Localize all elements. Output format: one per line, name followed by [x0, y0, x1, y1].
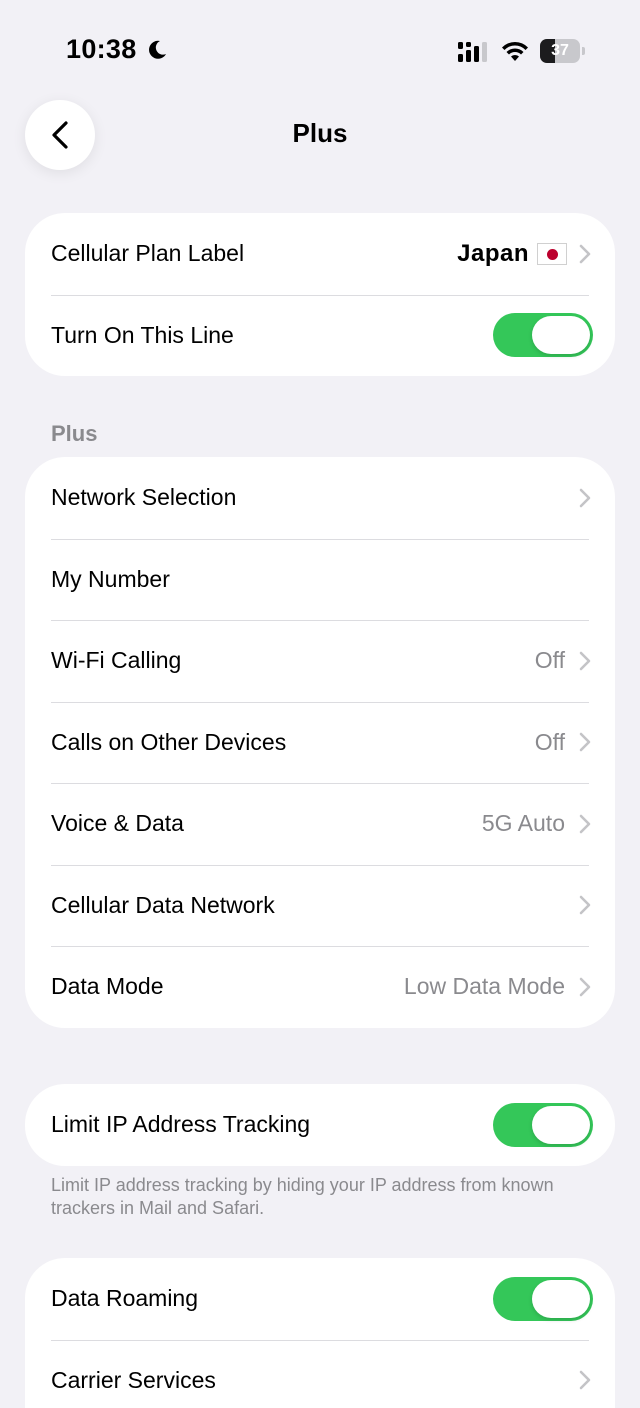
- row-label: Cellular Plan Label: [51, 240, 457, 267]
- battery-percentage: 37: [540, 39, 580, 63]
- limit-ip-tracking-row: Limit IP Address Tracking: [25, 1084, 615, 1166]
- turn-on-line-row: Turn On This Line: [25, 295, 615, 377]
- data-roaming-toggle[interactable]: [493, 1277, 593, 1321]
- chevron-right-icon: [579, 1370, 591, 1390]
- settings-row-data-mode[interactable]: Data ModeLow Data Mode: [25, 946, 615, 1028]
- row-label: Voice & Data: [51, 810, 482, 837]
- chevron-right-icon: [579, 244, 591, 264]
- japan-flag-icon: [537, 243, 567, 265]
- settings-row-wi-fi-calling[interactable]: Wi-Fi CallingOff: [25, 620, 615, 702]
- row-label: Network Selection: [51, 484, 579, 511]
- chevron-right-icon: [579, 895, 591, 915]
- settings-row-my-number: My Number: [25, 539, 615, 621]
- chevron-right-icon: [579, 651, 591, 671]
- row-value: Off: [535, 729, 565, 756]
- section-header: Plus: [51, 421, 97, 447]
- plan-card: Cellular Plan Label Japan Turn On This L…: [25, 213, 615, 376]
- settings-row-calls-on-other-devices[interactable]: Calls on Other DevicesOff: [25, 702, 615, 784]
- row-label: Cellular Data Network: [51, 892, 579, 919]
- plus-settings-card: Network SelectionMy NumberWi-Fi CallingO…: [25, 457, 615, 1028]
- data-roaming-row: Data Roaming: [25, 1258, 615, 1340]
- page-title: Plus: [0, 118, 640, 149]
- settings-row-network-selection[interactable]: Network Selection: [25, 457, 615, 539]
- turn-on-line-toggle[interactable]: [493, 313, 593, 357]
- chevron-right-icon: [579, 977, 591, 997]
- row-label: My Number: [51, 566, 591, 593]
- wifi-icon: [500, 39, 530, 63]
- battery-icon: 37: [540, 39, 586, 63]
- row-value: 5G Auto: [482, 810, 565, 837]
- row-label: Carrier Services: [51, 1367, 579, 1394]
- tracking-footnote: Limit IP address tracking by hiding your…: [51, 1174, 591, 1220]
- status-time: 10:38: [66, 34, 137, 65]
- chevron-right-icon: [579, 488, 591, 508]
- cellular-plan-label-row[interactable]: Cellular Plan Label Japan: [25, 213, 615, 295]
- row-label: Data Mode: [51, 973, 404, 1000]
- row-label: Calls on Other Devices: [51, 729, 535, 756]
- row-label: Data Roaming: [51, 1285, 493, 1312]
- row-value: Off: [535, 647, 565, 674]
- row-label: Limit IP Address Tracking: [51, 1111, 493, 1138]
- chevron-right-icon: [579, 732, 591, 752]
- plan-label-value: Japan: [457, 240, 529, 268]
- settings-row-voice-data[interactable]: Voice & Data5G Auto: [25, 783, 615, 865]
- cellular-signal-icon: [458, 42, 490, 62]
- settings-row-cellular-data-network[interactable]: Cellular Data Network: [25, 865, 615, 947]
- row-label: Wi-Fi Calling: [51, 647, 535, 674]
- moon-icon: [146, 39, 168, 61]
- roaming-card: Data Roaming Carrier Services: [25, 1258, 615, 1408]
- tracking-card: Limit IP Address Tracking: [25, 1084, 615, 1166]
- row-value: Low Data Mode: [404, 973, 565, 1000]
- limit-ip-tracking-toggle[interactable]: [493, 1103, 593, 1147]
- row-label: Turn On This Line: [51, 322, 493, 349]
- chevron-right-icon: [579, 814, 591, 834]
- carrier-services-row[interactable]: Carrier Services: [25, 1340, 615, 1408]
